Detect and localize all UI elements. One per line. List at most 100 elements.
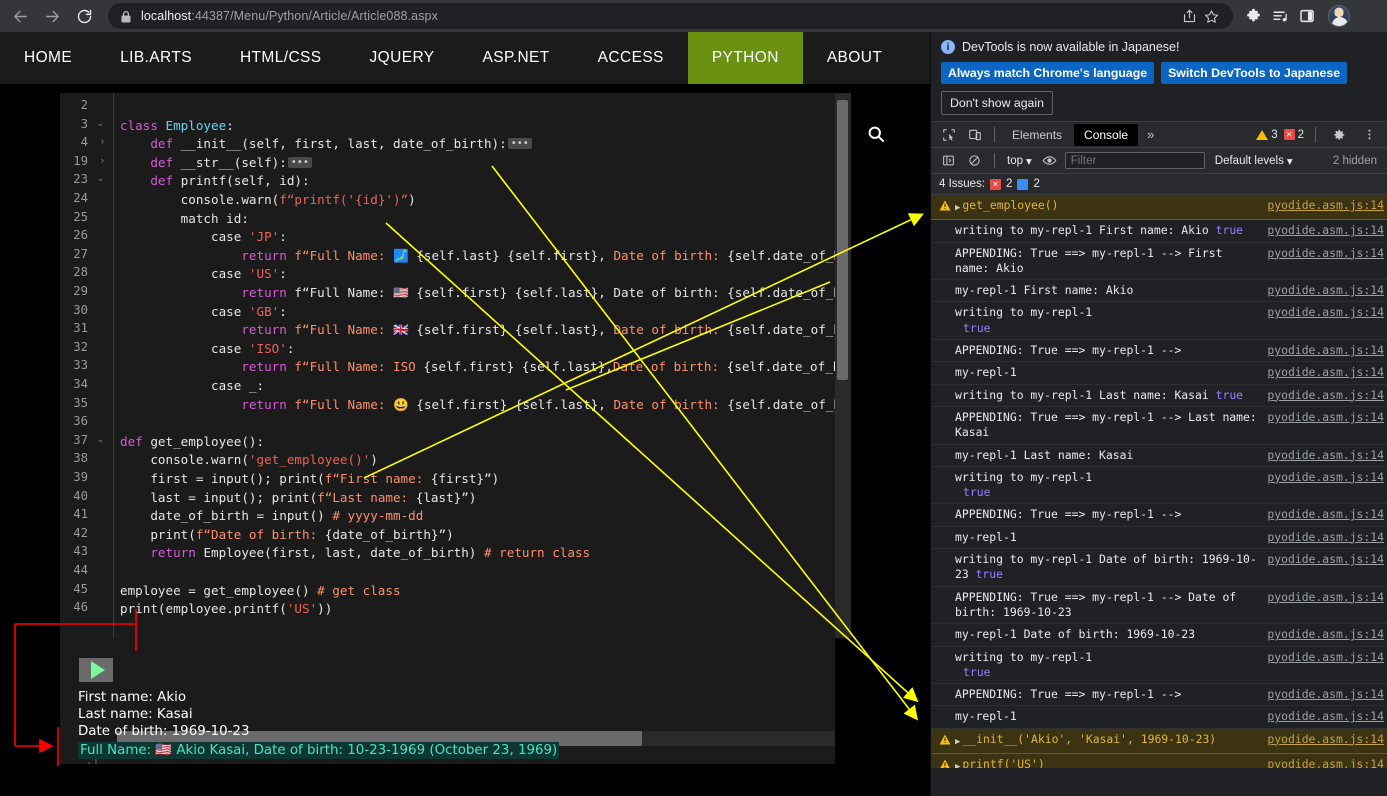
code-line[interactable]: return Employee(first, last, date_of_bir… (120, 544, 590, 563)
console-log-row[interactable]: APPENDING: True ==> my-repl-1 --> pyodide… (931, 340, 1387, 363)
console-source-link[interactable]: pyodide.asm.js:14 (1267, 448, 1384, 463)
console-message-list[interactable]: ▶ get_employee() pyodide.asm.js:14 writing … (931, 195, 1387, 768)
reload-icon[interactable] (70, 2, 98, 30)
warning-counter[interactable]: 3 (1256, 129, 1278, 141)
log-levels-selector[interactable]: Default levels ▾ (1215, 154, 1293, 168)
tab-console[interactable]: Console (1074, 123, 1139, 146)
code-line[interactable]: def __init__(self, first, last, date_of_… (120, 135, 533, 154)
code-line[interactable]: last = input(); print(f“Last name: {last… (120, 489, 476, 508)
console-source-link[interactable]: pyodide.asm.js:14 (1267, 246, 1384, 261)
puzzle-piece-icon[interactable] (1241, 4, 1265, 28)
code-line[interactable]: date_of_birth = input() # yyyy-mm-dd (120, 507, 423, 526)
more-vertical-icon[interactable] (1357, 124, 1381, 146)
share-icon[interactable] (1179, 6, 1199, 26)
console-source-link[interactable]: pyodide.asm.js:14 (1267, 757, 1384, 768)
code-line[interactable]: return f“Full Name: 🗾 {self.last} {self.… (120, 247, 835, 266)
console-log-row[interactable]: writing to my-repl-1 true pyodide.asm.js:1… (931, 647, 1387, 685)
side-panel-icon[interactable] (1295, 4, 1319, 28)
code-line[interactable]: return f“Full Name: 🇺🇸 {self.first} {sel… (120, 284, 835, 303)
switch-to-japanese-button[interactable]: Switch DevTools to Japanese (1161, 62, 1348, 84)
code-content[interactable]: class Employee: def __init__(self, first… (60, 93, 835, 638)
code-line[interactable]: case 'ISO': (120, 340, 294, 359)
console-source-link[interactable]: pyodide.asm.js:14 (1267, 530, 1384, 545)
console-source-link[interactable]: pyodide.asm.js:14 (1267, 650, 1384, 665)
tab-elements[interactable]: Elements (1002, 124, 1072, 146)
inspect-cursor-icon[interactable] (937, 124, 961, 146)
chevron-double-right-icon[interactable]: » (1140, 127, 1161, 142)
expand-triangle-icon[interactable]: ▶ (955, 201, 960, 216)
console-warning-row[interactable]: ▶ get_employee() pyodide.asm.js:14 (931, 195, 1387, 221)
code-line[interactable]: first = input(); print(f“First name: {fi… (120, 470, 499, 489)
console-log-row[interactable]: writing to my-repl-1 First name: Akio tr… (931, 220, 1387, 243)
console-warning-row[interactable]: ▶ __init__('Akio', 'Kasai', 1969-10-23) py… (931, 728, 1387, 755)
console-source-link[interactable]: pyodide.asm.js:14 (1267, 627, 1384, 642)
code-line[interactable]: console.warn(f“printf('{id}')”) (120, 191, 416, 210)
console-log-row[interactable]: writing to my-repl-1 true pyodide.asm.js:1… (931, 302, 1387, 341)
always-match-language-button[interactable]: Always match Chrome's language (941, 62, 1155, 84)
code-line[interactable]: console.warn('get_employee()') (120, 451, 378, 470)
forward-icon[interactable] (38, 2, 66, 30)
console-filter-input[interactable] (1064, 152, 1205, 169)
code-line[interactable]: case 'JP': (120, 228, 287, 247)
code-line[interactable]: return f“Full Name: 😃 {self.first} {self… (120, 396, 835, 415)
nav-item-htmlcss[interactable]: HTML/CSS (216, 32, 346, 84)
console-source-link[interactable]: pyodide.asm.js:14 (1267, 388, 1384, 403)
console-source-link[interactable]: pyodide.asm.js:14 (1267, 365, 1384, 380)
live-expression-icon[interactable] (1039, 151, 1061, 171)
console-log-row[interactable]: APPENDING: True ==> my-repl-1 --> Last n… (931, 407, 1387, 445)
code-line[interactable]: match id: (120, 210, 249, 229)
console-log-row[interactable]: writing to my-repl-1 true pyodide.asm.js:1… (931, 467, 1387, 505)
console-log-row[interactable]: writing to my-repl-1 Date of birth: 1969… (931, 549, 1387, 587)
code-line[interactable]: employee = get_employee() # get class (120, 582, 401, 601)
code-line[interactable]: print(employee.printf('US')) (120, 600, 332, 619)
nav-item-access[interactable]: ACCESS (574, 32, 688, 84)
console-source-link[interactable]: pyodide.asm.js:14 (1267, 343, 1384, 358)
address-bar[interactable]: localhost:44387/Menu/Python/Article/Arti… (108, 3, 1233, 29)
console-warning-row[interactable]: ▶ printf('US') pyodide.asm.js:14 (931, 754, 1387, 768)
code-line[interactable]: def get_employee(): (120, 433, 264, 452)
issues-bar[interactable]: 4 Issues: ✕ 2 2 (931, 174, 1387, 195)
code-line[interactable]: print(f“Date of birth: {date_of_birth}”) (120, 526, 453, 545)
console-source-link[interactable]: pyodide.asm.js:14 (1267, 590, 1384, 605)
console-log-row[interactable]: my-repl-1 Date of birth: 1969-10-23 pyodi… (931, 624, 1387, 647)
console-log-row[interactable]: my-repl-1 pyodide.asm.js:14 (931, 706, 1387, 729)
device-toolbar-icon[interactable] (963, 124, 987, 146)
console-sidebar-icon[interactable] (937, 151, 959, 171)
nav-item-jquery[interactable]: JQUERY (346, 32, 459, 84)
nav-item-about[interactable]: ABOUT (803, 32, 906, 84)
code-line[interactable]: return f“Full Name: ISO {self.first} {se… (120, 358, 835, 377)
nav-item-home[interactable]: HOME (0, 32, 96, 84)
avatar[interactable] (1328, 5, 1350, 27)
console-source-link[interactable]: pyodide.asm.js:14 (1267, 283, 1384, 298)
code-line[interactable]: def printf(self, id): (120, 172, 309, 191)
console-source-link[interactable]: pyodide.asm.js:14 (1267, 732, 1384, 747)
search-icon[interactable] (866, 124, 888, 146)
console-log-row[interactable]: my-repl-1 Last name: Kasai pyodide.asm.js… (931, 445, 1387, 467)
console-source-link[interactable]: pyodide.asm.js:14 (1267, 687, 1384, 702)
console-log-row[interactable]: writing to my-repl-1 Last name: Kasai tr… (931, 385, 1387, 407)
console-source-link[interactable]: pyodide.asm.js:14 (1267, 552, 1384, 567)
console-source-link[interactable]: pyodide.asm.js:14 (1267, 198, 1384, 213)
code-line[interactable]: case 'US': (120, 265, 287, 284)
nav-item-python[interactable]: PYTHON (687, 32, 803, 84)
code-line[interactable]: return f“Full Name: 🇬🇧 {self.first} {sel… (120, 321, 835, 340)
back-icon[interactable] (6, 2, 34, 30)
star-icon[interactable] (1201, 6, 1221, 26)
console-log-row[interactable]: my-repl-1 pyodide.asm.js:14 (931, 527, 1387, 550)
console-log-row[interactable]: APPENDING: True ==> my-repl-1 --> pyodide… (931, 684, 1387, 707)
console-source-link[interactable]: pyodide.asm.js:14 (1267, 410, 1384, 425)
nav-item-libarts[interactable]: LIB.ARTS (96, 32, 216, 84)
clear-console-icon[interactable] (963, 151, 985, 171)
reading-list-icon[interactable] (1268, 4, 1292, 28)
run-button[interactable] (79, 658, 113, 682)
console-log-row[interactable]: APPENDING: True ==> my-repl-1 --> First … (931, 243, 1387, 281)
console-log-row[interactable]: APPENDING: True ==> my-repl-1 --> pyodide… (931, 504, 1387, 527)
console-source-link[interactable]: pyodide.asm.js:14 (1267, 305, 1384, 320)
code-line[interactable]: class Employee: (120, 117, 234, 136)
console-source-link[interactable]: pyodide.asm.js:14 (1267, 470, 1384, 485)
expand-triangle-icon[interactable]: ▶ (955, 760, 960, 768)
execution-context-selector[interactable]: top ▾ (1004, 154, 1035, 168)
editor-vscroll-thumb[interactable] (837, 100, 848, 380)
console-log-row[interactable]: my-repl-1 pyodide.asm.js:14 (931, 362, 1387, 385)
expand-triangle-icon[interactable]: ▶ (955, 735, 960, 750)
